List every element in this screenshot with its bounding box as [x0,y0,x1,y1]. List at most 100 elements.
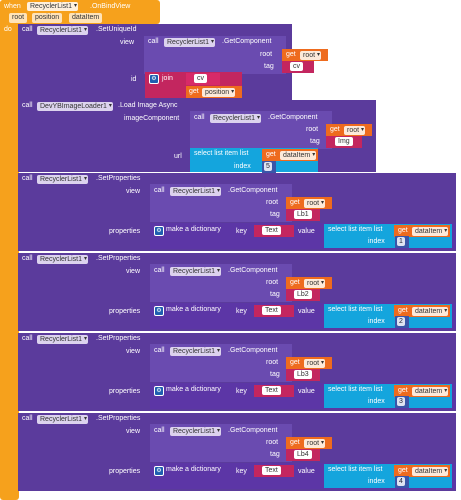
get-label: get [290,359,300,366]
mutator-gear-icon[interactable]: ⚙ [154,226,164,236]
call-label: call [154,427,165,434]
image-index-value[interactable]: 5 [264,162,272,171]
component-dropdown[interactable]: RecyclerList1 [37,175,89,184]
text-tag-value[interactable]: Lb2 [294,290,312,299]
root-label: root [266,199,279,206]
call-label: call [22,175,33,182]
properties-label: properties [109,228,141,235]
call-label: call [194,114,205,121]
mutator-gear-icon[interactable]: ⚙ [154,306,164,316]
var-dataitem-dropdown[interactable]: dataItem [412,467,449,476]
select-list-item-label: select list item list [328,306,383,313]
var-root-dropdown[interactable]: root [304,359,326,368]
key-label: key [236,228,247,235]
var-root-dropdown[interactable]: root [344,126,366,135]
index-label: index [368,238,385,245]
index-value[interactable]: 3 [397,397,405,406]
var-dataitem-dropdown[interactable]: dataItem [412,227,449,236]
select-list-item-label: select list item list [328,386,383,393]
mutator-gear-icon[interactable]: ⚙ [154,466,164,476]
component-dropdown[interactable]: RecyclerList1 [170,427,222,436]
mutator-gear-icon[interactable]: ⚙ [154,386,164,396]
text-cv-value[interactable]: cv [290,62,303,71]
event-block-on-bind-view[interactable] [0,0,19,500]
tag-label: tag [264,63,274,70]
var-dataitem-dropdown[interactable]: dataItem [412,387,449,396]
component-dropdown[interactable]: RecyclerList1 [37,335,89,344]
text-tag-value[interactable]: Lb4 [294,450,312,459]
component-dropdown[interactable]: RecyclerList1 [37,415,89,424]
properties-label: properties [109,468,141,475]
get-label: get [398,467,408,474]
event-name-label: .OnBindView [90,3,131,10]
component-dropdown[interactable]: RecyclerList1 [210,114,262,123]
param-root[interactable]: root [9,13,28,23]
component-dropdown[interactable]: RecyclerList1 [37,26,89,35]
text-tag-value[interactable]: Lb1 [294,210,312,219]
var-root-dropdown[interactable]: root [304,439,326,448]
value-label: value [298,388,315,395]
get-label: get [398,387,408,394]
call-label: call [22,102,33,109]
call-label: call [22,255,33,262]
method-label: .SetProperties [96,415,141,422]
root-label: root [260,51,273,58]
event-component-dropdown[interactable]: RecyclerList1 [27,2,79,11]
component-dropdown[interactable]: RecyclerList1 [170,347,222,356]
call-label: call [22,415,33,422]
method-label: .GetComponent [228,187,278,194]
index-value[interactable]: 1 [397,237,405,246]
text-key-value[interactable]: Text [262,386,281,395]
get-label: get [266,151,276,158]
method-label: .GetComponent [268,114,318,121]
make-dictionary-label: make a dictionary [166,306,221,313]
text-tag-value[interactable]: Lb3 [294,370,312,379]
component-dropdown[interactable]: RecyclerList1 [164,38,216,47]
method-label: .GetComponent [222,38,272,45]
properties-label: properties [109,388,141,395]
image-component-label: imageComponent [124,115,180,122]
param-dataitem[interactable]: dataItem [69,13,103,23]
tag-label: tag [270,451,280,458]
var-root-dropdown[interactable]: root [304,199,326,208]
var-root-dropdown[interactable]: root [300,51,322,60]
get-label: get [398,227,408,234]
component-dropdown[interactable]: RecyclerList1 [170,187,222,196]
text-key-value[interactable]: Text [262,226,281,235]
var-position-dropdown[interactable]: position [202,88,236,97]
method-label: .SetProperties [96,335,141,342]
url-label: url [174,153,182,160]
method-label: .GetComponent [228,427,278,434]
component-dropdown[interactable]: RecyclerList1 [170,267,222,276]
make-dictionary-label: make a dictionary [166,466,221,473]
get-label: get [286,51,296,58]
tag-label: tag [270,211,280,218]
view-label: view [126,188,141,195]
get-label: get [290,199,300,206]
text-img-value[interactable]: Img [335,137,353,146]
value-label: value [298,308,315,315]
var-root-dropdown[interactable]: root [304,279,326,288]
get-label: get [330,126,340,133]
loader-dropdown[interactable]: DevYBImageLoader1 [37,102,113,111]
text-key-value[interactable]: Text [262,306,281,315]
index-value[interactable]: 2 [397,317,405,326]
method-label: .GetComponent [228,267,278,274]
select-list-item-label: select list item list [194,150,249,157]
when-label: when [4,3,21,10]
key-label: key [236,308,247,315]
make-dictionary-label: make a dictionary [166,226,221,233]
view-label: view [126,268,141,275]
call-label: call [148,38,159,45]
get-label: get [189,88,199,95]
text-cv-value[interactable]: cv [194,74,207,83]
method-label: .SetProperties [96,255,141,262]
component-dropdown[interactable]: RecyclerList1 [37,255,89,264]
param-position[interactable]: position [32,13,63,23]
index-value[interactable]: 4 [397,477,405,486]
method-label: .GetComponent [228,347,278,354]
var-dataitem-dropdown[interactable]: dataItem [280,151,317,160]
var-dataitem-dropdown[interactable]: dataItem [412,307,449,316]
mutator-gear-icon[interactable]: ⚙ [149,74,159,84]
text-key-value[interactable]: Text [262,466,281,475]
